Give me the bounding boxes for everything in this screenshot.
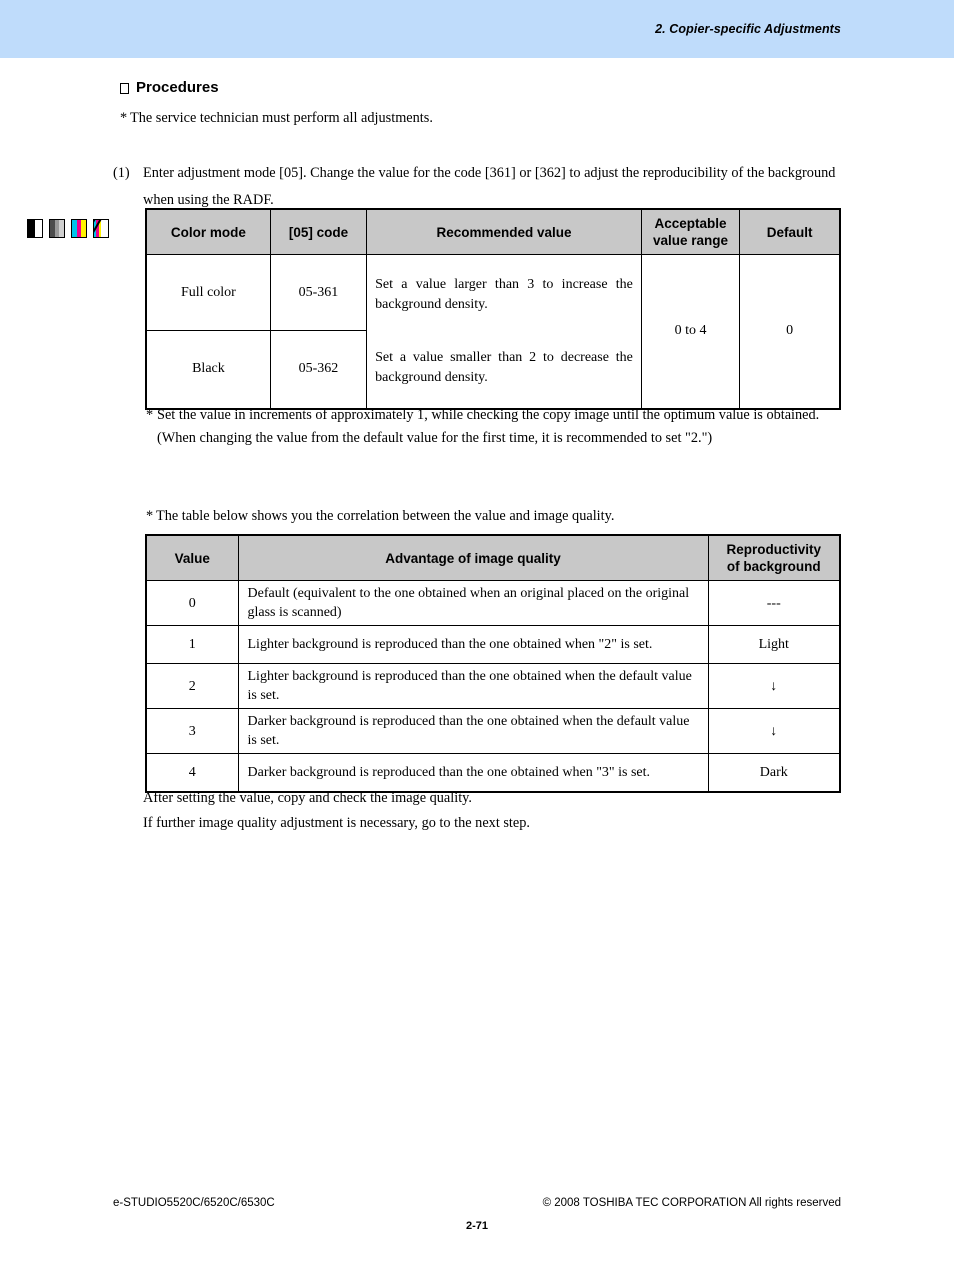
note-star: * bbox=[146, 407, 154, 423]
col-header-default: Default bbox=[739, 208, 841, 255]
footer-model: e-STUDIO5520C/6520C/6530C bbox=[113, 1197, 275, 1209]
cell-value-2: 2 bbox=[145, 663, 239, 709]
image-quality-table: Value Advantage of image quality Reprodu… bbox=[145, 534, 841, 793]
table-row: Full color 05-361 Set a value larger tha… bbox=[145, 254, 841, 409]
table-row: 0 Default (equivalent to the one obtaine… bbox=[145, 580, 841, 626]
table-row: 3 Darker background is reproduced than t… bbox=[145, 708, 841, 754]
black-white-mode-icon bbox=[27, 219, 43, 238]
col-header-color-mode: Color mode bbox=[145, 208, 271, 255]
col-header-advantage: Advantage of image quality bbox=[237, 534, 709, 581]
closing-line-1: After setting the value, copy and check … bbox=[143, 790, 472, 806]
footer-page-number: 2-71 bbox=[465, 1220, 489, 1232]
col-header-reproductivity-line1: Reproductivity bbox=[726, 542, 821, 557]
footer-copyright: © 2008 TOSHIBA TEC CORPORATION All right… bbox=[542, 1197, 841, 1209]
note-star: * bbox=[146, 508, 154, 524]
cell-value-0: 0 bbox=[145, 580, 239, 626]
cell-advantage-3: Darker background is reproduced than the… bbox=[237, 708, 709, 754]
note-correlation-text: The table below shows you the correlatio… bbox=[156, 508, 615, 524]
cell-value-1: 1 bbox=[145, 625, 239, 664]
cell-advantage-2: Lighter background is reproduced than th… bbox=[237, 663, 709, 709]
cell-advantage-0: Default (equivalent to the one obtained … bbox=[237, 580, 709, 626]
cell-color-mode-black: Black bbox=[145, 330, 271, 409]
cell-advantage-1: Lighter background is reproduced than th… bbox=[237, 625, 709, 664]
step-1-number: (1) bbox=[113, 165, 130, 181]
recommended-value-line-1: Set a value larger than 3 to increase th… bbox=[375, 276, 633, 312]
table-header-row: Value Advantage of image quality Reprodu… bbox=[145, 534, 841, 581]
col-header-05-code: [05] code bbox=[269, 208, 368, 255]
note-star: * bbox=[120, 110, 128, 126]
table-row: 2 Lighter background is reproduced than … bbox=[145, 663, 841, 709]
note-increments: * Set the value in increments of approxi… bbox=[146, 404, 846, 450]
cell-code-05-361: 05-361 bbox=[269, 254, 368, 331]
cell-acceptable-range: 0 to 4 bbox=[640, 254, 741, 409]
step-1: (1) Enter adjustment mode [05]. Change t… bbox=[113, 160, 843, 214]
table-row: 1 Lighter background is reproduced than … bbox=[145, 625, 841, 664]
recommended-value-line-2: Set a value smaller than 2 to decrease t… bbox=[375, 349, 633, 385]
color-mode-icon-group bbox=[27, 219, 109, 238]
cell-value-3: 3 bbox=[145, 708, 239, 754]
col-header-recommended-value: Recommended value bbox=[366, 208, 642, 255]
note-technician: * The service technician must perform al… bbox=[120, 108, 840, 129]
closing-paragraphs: After setting the value, copy and check … bbox=[143, 786, 530, 836]
procedures-heading-label: Procedures bbox=[136, 79, 219, 96]
twin-color-mode-icon bbox=[93, 219, 109, 238]
page-footer: e-STUDIO5520C/6520C/6530C © 2008 TOSHIBA… bbox=[0, 1182, 954, 1272]
grayscale-mode-icon bbox=[49, 219, 65, 238]
cell-recommended-value: Set a value larger than 3 to increase th… bbox=[366, 254, 642, 409]
col-header-value: Value bbox=[145, 534, 239, 581]
note-increments-text: Set the value in increments of approxima… bbox=[157, 407, 820, 446]
col-header-acceptable-value-range: Acceptable value range bbox=[640, 208, 741, 255]
cell-reproductivity-1: Light bbox=[707, 625, 841, 664]
cell-default-value: 0 bbox=[739, 254, 841, 409]
page-header-banner: 2. Copier-specific Adjustments bbox=[0, 0, 954, 58]
cell-reproductivity-4: Dark bbox=[707, 753, 841, 792]
note-technician-text: The service technician must perform all … bbox=[130, 110, 433, 126]
cell-code-05-362: 05-362 bbox=[269, 330, 368, 409]
col-header-reproductivity-line2: of background bbox=[726, 559, 821, 574]
table-header-row: Color mode [05] code Recommended value A… bbox=[145, 208, 841, 255]
square-bullet-icon bbox=[120, 83, 129, 94]
cell-color-mode-full-color: Full color bbox=[145, 254, 271, 331]
step-1-text: Enter adjustment mode [05]. Change the v… bbox=[143, 165, 836, 208]
cell-reproductivity-2: ↓ bbox=[707, 663, 841, 709]
chapter-title: 2. Copier-specific Adjustments bbox=[655, 22, 841, 36]
full-color-mode-icon bbox=[71, 219, 87, 238]
closing-line-2: If further image quality adjustment is n… bbox=[143, 815, 530, 831]
cell-reproductivity-0: --- bbox=[707, 580, 841, 626]
cell-reproductivity-3: ↓ bbox=[707, 708, 841, 754]
adjustment-code-table: Color mode [05] code Recommended value A… bbox=[145, 208, 841, 410]
col-header-reproductivity: Reproductivity of background bbox=[707, 534, 841, 581]
note-correlation: * The table below shows you the correlat… bbox=[146, 506, 846, 527]
procedures-heading: Procedures bbox=[120, 79, 219, 96]
